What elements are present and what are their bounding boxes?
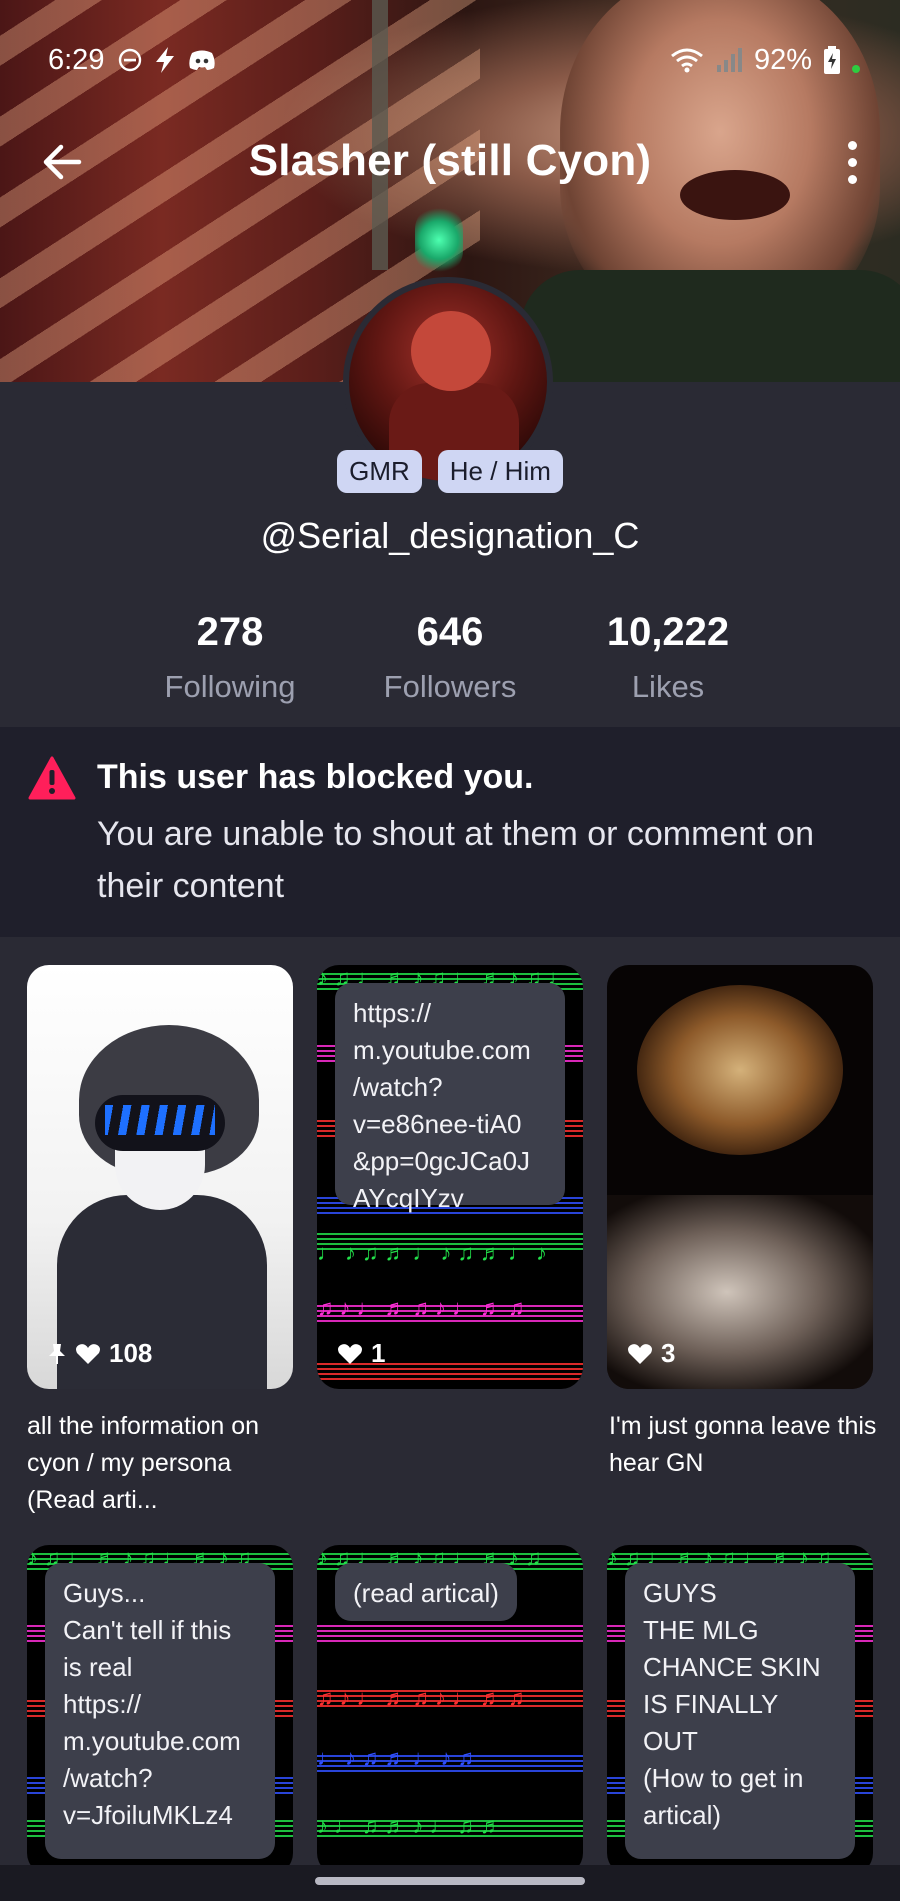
status-bar: 6:29 92% bbox=[48, 40, 860, 80]
post-card[interactable]: 108 bbox=[27, 965, 293, 1389]
post-likes: 108 bbox=[47, 1338, 152, 1369]
discord-icon bbox=[189, 50, 216, 70]
post-card[interactable]: 3 bbox=[607, 965, 873, 1389]
warning-icon bbox=[28, 756, 76, 800]
status-time: 6:29 bbox=[48, 43, 105, 76]
heart-icon bbox=[628, 1343, 652, 1364]
post-text: (read artical) bbox=[335, 1563, 517, 1621]
heart-icon bbox=[76, 1343, 100, 1364]
pin-icon bbox=[49, 1343, 65, 1364]
post-text: https:// m.youtube.com /watch? v=e86nee-… bbox=[335, 983, 565, 1213]
stat-followers[interactable]: 646 Followers bbox=[340, 610, 560, 705]
signal-icon bbox=[716, 48, 742, 72]
stat-following[interactable]: 278 Following bbox=[120, 610, 340, 705]
post-text: GUYS THE MLG CHANCE SKIN IS FINALLY OUT … bbox=[625, 1563, 855, 1859]
post-likes: 1 bbox=[337, 1338, 385, 1369]
dnd-icon bbox=[119, 48, 142, 72]
stat-likes: 10,222 Likes bbox=[558, 610, 778, 705]
battery-percent: 92% bbox=[753, 43, 812, 76]
stat-value: 646 bbox=[416, 610, 484, 654]
app-bar: Slasher (still Cyon) bbox=[0, 130, 900, 194]
page-title: Slasher (still Cyon) bbox=[248, 136, 652, 185]
profile-tags: GMR He / Him bbox=[0, 450, 900, 493]
pronoun-pill: He / Him bbox=[437, 450, 563, 493]
like-count: 108 bbox=[109, 1338, 153, 1368]
blocked-message: You are unable to shout at them or comme… bbox=[97, 815, 814, 905]
blocked-title: This user has blocked you. bbox=[97, 758, 534, 796]
tag-pill: GMR bbox=[337, 450, 422, 493]
post-card[interactable]: ♪♫♩♬♪♫♩♬♪♫ Guys... Can't tell if this is… bbox=[27, 1545, 293, 1875]
stat-label: Following bbox=[164, 669, 296, 704]
privacy-indicator bbox=[852, 65, 860, 73]
heart-icon bbox=[338, 1343, 362, 1364]
post-caption[interactable]: all the information on cyon / my persona… bbox=[27, 1408, 295, 1519]
post-card[interactable]: ♪♫♩♬♪♫♩♬♪♫♩ ♩♪♫♬♩♪♫♬♩♪ ♫♪♩♬♫♪♩♬♫ https:/… bbox=[317, 965, 583, 1389]
post-card[interactable]: ♪♫♩♬♪♫♩♬♪♫ ♫♪♩♬♫♪♩♬♫ ♩♪♫♬♩♪♫ ♪♩♫♬♪♩♫♬ (r… bbox=[317, 1545, 583, 1875]
stat-label: Followers bbox=[383, 669, 517, 704]
stat-value: 10,222 bbox=[606, 610, 730, 654]
more-vert-icon bbox=[847, 140, 857, 150]
like-count: 1 bbox=[371, 1338, 386, 1368]
post-caption[interactable]: I'm just gonna leave this hear GN bbox=[609, 1408, 877, 1482]
flash-icon bbox=[156, 47, 175, 73]
username: @Serial_designation_C bbox=[260, 515, 640, 556]
post-text: Guys... Can't tell if this is real https… bbox=[45, 1563, 275, 1859]
stat-label: Likes bbox=[631, 669, 705, 704]
wifi-icon bbox=[671, 48, 703, 73]
like-count: 3 bbox=[661, 1338, 676, 1368]
battery-icon bbox=[824, 46, 840, 74]
home-indicator[interactable] bbox=[315, 1877, 585, 1885]
stat-value: 278 bbox=[196, 610, 264, 654]
post-card[interactable]: ♪♫♩♬♪♫♩♬♪♫ GUYS THE MLG CHANCE SKIN IS F… bbox=[607, 1545, 873, 1875]
more-options-button[interactable] bbox=[832, 136, 872, 188]
post-likes: 3 bbox=[627, 1338, 675, 1369]
